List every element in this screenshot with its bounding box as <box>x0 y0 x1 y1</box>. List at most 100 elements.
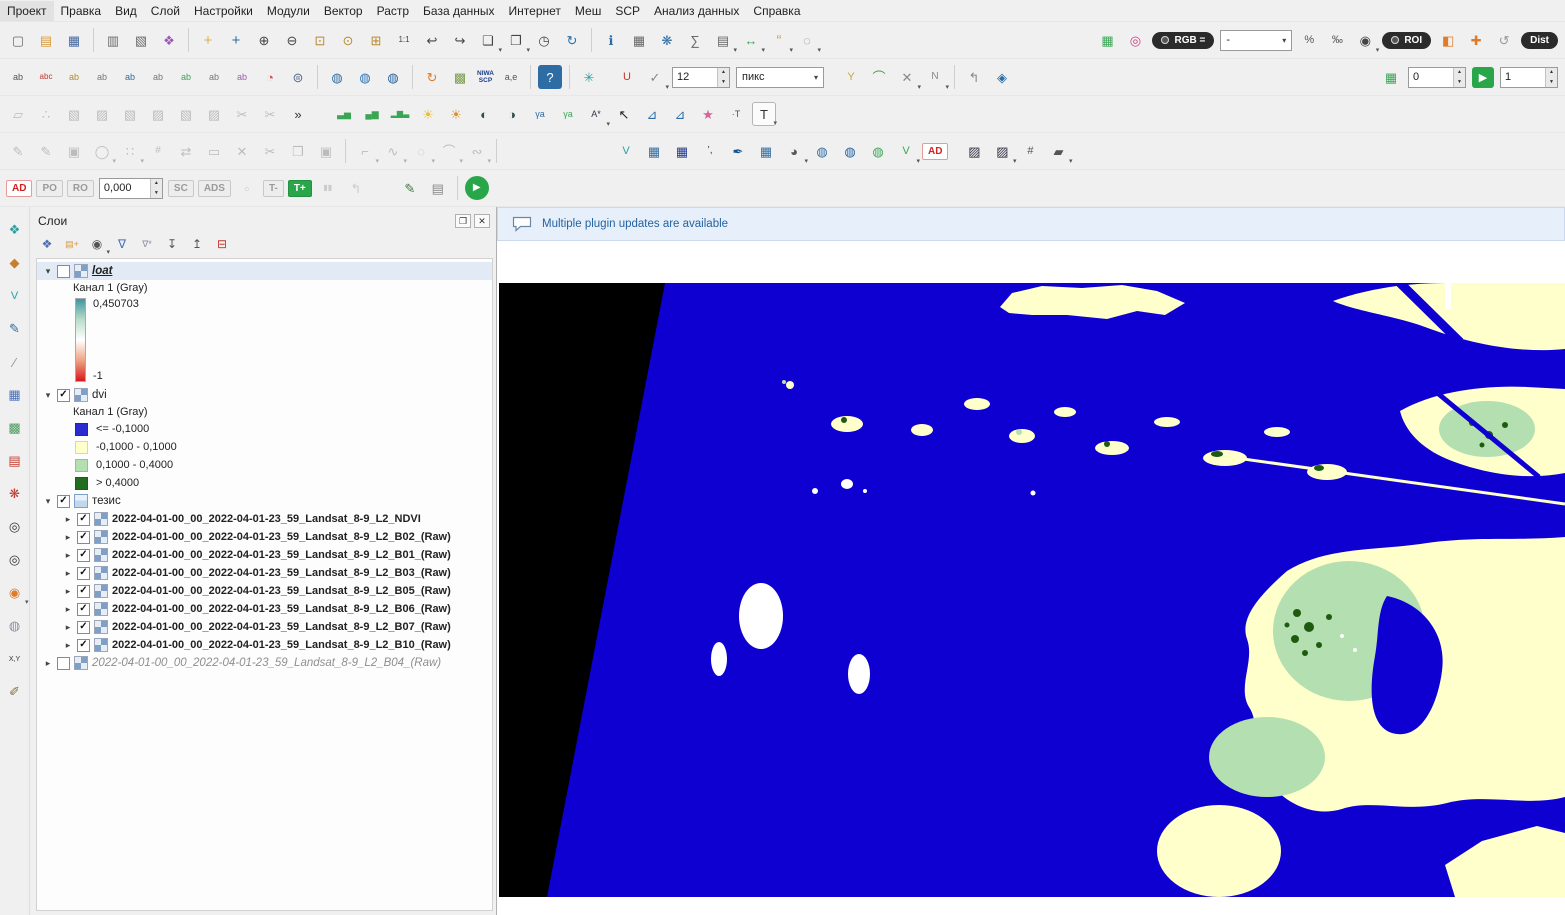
layer-row[interactable]: ▸✓2022-04-01-00_00_2022-04-01-23_59_Land… <box>37 564 492 582</box>
label-properties-icon[interactable]: ab <box>230 65 254 89</box>
new-project-icon[interactable]: ▢ <box>6 28 30 52</box>
new-map-view-icon[interactable]: ❏▾ <box>476 28 500 52</box>
layer-checkbox[interactable] <box>57 265 70 278</box>
snap-tolerance-spin[interactable]: 12▲▼ <box>672 67 730 88</box>
layer-name[interactable]: 2022-04-01-00_00_2022-04-01-23_59_Landsa… <box>112 549 451 561</box>
orange-target-icon[interactable]: ◉▾ <box>4 582 26 604</box>
menu-модули[interactable]: Модули <box>260 1 317 21</box>
layer-checkbox[interactable]: ✓ <box>77 603 90 616</box>
rgb-combo[interactable]: -▾ <box>1220 30 1292 51</box>
vector-v-icon[interactable]: V <box>4 285 26 307</box>
target-dot-icon[interactable]: ◎ <box>4 516 26 538</box>
globe-search-icon[interactable]: ◍ <box>381 65 405 89</box>
layer-row[interactable]: ▾loat <box>37 262 492 280</box>
label-show-icon[interactable]: ab <box>118 65 142 89</box>
new-layout-icon[interactable]: ▥ <box>101 28 125 52</box>
layer-name[interactable]: 2022-04-01-00_00_2022-04-01-23_59_Landsa… <box>92 657 441 669</box>
layer-name[interactable]: 2022-04-01-00_00_2022-04-01-23_59_Landsa… <box>112 531 451 543</box>
wrench-icon[interactable]: ✐ <box>4 681 26 703</box>
scp-refresh-icon[interactable]: ↻ <box>420 65 444 89</box>
scp-search-magnifier-icon[interactable]: ◎ <box>1123 28 1147 52</box>
layer-row[interactable]: ▸✓2022-04-01-00_00_2022-04-01-23_59_Land… <box>37 600 492 618</box>
zoom-to-layer-icon[interactable]: ⊞ <box>364 28 388 52</box>
raster-green-icon[interactable]: ▩ <box>4 417 26 439</box>
layer-checkbox[interactable] <box>57 657 70 670</box>
histogram-icon[interactable]: ▂▆▃ <box>388 102 412 126</box>
zoom-out-icon[interactable]: ⊖ <box>280 28 304 52</box>
menu-интернет[interactable]: Интернет <box>502 1 568 21</box>
menu-вид[interactable]: Вид <box>108 1 144 21</box>
clear-selection-icon[interactable]: ✕▾ <box>895 65 919 89</box>
filter-expression-icon[interactable]: ∇* <box>136 234 158 254</box>
contrast-one-icon[interactable]: ◐ <box>472 102 496 126</box>
scp-add-icon[interactable]: ✚ <box>1464 28 1488 52</box>
diagram-icon[interactable]: ◔ <box>258 65 282 89</box>
layer-checkbox[interactable]: ✓ <box>77 585 90 598</box>
scp-zoom-icon[interactable]: ◉▾ <box>1353 28 1377 52</box>
label-move-icon[interactable]: ab <box>174 65 198 89</box>
expand-all-icon[interactable]: ↧ <box>161 234 183 254</box>
zoom-in-icon[interactable]: ⊕ <box>252 28 276 52</box>
tracing-icon[interactable]: ✓▾ <box>643 65 667 89</box>
zoom-full-icon[interactable]: ⊡ <box>308 28 332 52</box>
ad-badge[interactable]: AD <box>6 180 32 197</box>
scp-bandset-grid-icon[interactable]: ▦ <box>1095 28 1119 52</box>
t-plus-badge[interactable]: T+ <box>288 180 312 197</box>
group-row[interactable]: ▾✓тезис <box>37 492 492 510</box>
menu-вектор[interactable]: Вектор <box>317 1 370 21</box>
matrix-check-icon[interactable]: ▦ <box>754 139 778 163</box>
expander-icon[interactable]: ▸ <box>63 514 73 525</box>
map-canvas[interactable] <box>497 241 1565 915</box>
statistics-icon[interactable]: ∑ <box>683 28 707 52</box>
scp-undo-icon[interactable]: ↺ <box>1492 28 1516 52</box>
node-tool-b-icon[interactable]: ⊿ <box>668 102 692 126</box>
table-options-icon[interactable]: ▤▾ <box>711 28 735 52</box>
map-tips-icon[interactable]: “▾ <box>767 28 791 52</box>
layer-name[interactable]: dvi <box>92 389 107 401</box>
raster-dark-b-icon[interactable]: ▨▾ <box>990 139 1014 163</box>
expander-icon[interactable]: ▸ <box>63 622 73 633</box>
remove-layer-icon[interactable]: ⊟ <box>211 234 233 254</box>
text-annotation-icon[interactable]: ·T <box>724 102 748 126</box>
node-tool-icon[interactable]: ⊿ <box>640 102 664 126</box>
stretch-stddev-icon[interactable]: ‰ <box>1325 28 1349 52</box>
label-abc-icon[interactable]: abc <box>34 65 58 89</box>
expander-icon[interactable]: ▾ <box>43 390 53 401</box>
filter-legend-icon[interactable]: ∇ <box>111 234 133 254</box>
spectral-plot-icon[interactable]: ▃▅ <box>332 102 356 126</box>
label-hide-icon[interactable]: ab <box>146 65 170 89</box>
lasso-select-icon[interactable]: ⌒ <box>867 65 891 89</box>
globe-green-icon[interactable]: ◍ <box>866 139 890 163</box>
stretch-cumulative-icon[interactable]: % <box>1297 28 1321 52</box>
dist-pill[interactable]: Dist <box>1521 32 1558 49</box>
contrast-two-icon[interactable]: ◑ <box>500 102 524 126</box>
menu-меш[interactable]: Меш <box>568 1 608 21</box>
label-rotate-icon[interactable]: ab <box>202 65 226 89</box>
favorites-star-icon[interactable]: ★ <box>696 102 720 126</box>
scp-map-preview-icon[interactable]: ▩ <box>448 65 472 89</box>
layer-row[interactable]: ▸✓2022-04-01-00_00_2022-04-01-23_59_Land… <box>37 636 492 654</box>
pen-icon[interactable]: ✒ <box>726 139 750 163</box>
layer-checkbox[interactable]: ✓ <box>77 513 90 526</box>
toolbar-overflow-icon[interactable]: » <box>286 102 310 126</box>
refresh-icon[interactable]: ↻ <box>560 28 584 52</box>
float-panel-button[interactable]: ❐ <box>455 214 471 228</box>
label-pin-icon[interactable]: ab <box>62 65 86 89</box>
scp-run-icon[interactable]: ▶ <box>465 176 489 200</box>
ae-symbol-icon[interactable]: a,e <box>499 65 523 89</box>
band-min-spin[interactable]: 0▲▼ <box>1408 67 1466 88</box>
layer-row[interactable]: ▸✓2022-04-01-00_00_2022-04-01-23_59_Land… <box>37 582 492 600</box>
layer-checkbox[interactable]: ✓ <box>77 621 90 634</box>
layer-checkbox[interactable]: ✓ <box>77 639 90 652</box>
polygon-fill-icon[interactable]: ▰▾ <box>1046 139 1070 163</box>
sketch-icon[interactable]: N▾ <box>923 65 947 89</box>
globe-blue-icon[interactable]: ◍ <box>810 139 834 163</box>
layer-name[interactable]: тезис <box>92 495 121 507</box>
sample-tree-icon[interactable]: ❋ <box>4 483 26 505</box>
expander-icon[interactable]: ▸ <box>63 604 73 615</box>
check-geometry-icon[interactable]: Y <box>839 65 863 89</box>
style-manager-icon[interactable]: ❖ <box>157 28 181 52</box>
layer-labeling-icon[interactable]: ab <box>6 65 30 89</box>
menu-scp[interactable]: SCP <box>608 1 647 21</box>
menu-проект[interactable]: Проект <box>0 1 54 21</box>
